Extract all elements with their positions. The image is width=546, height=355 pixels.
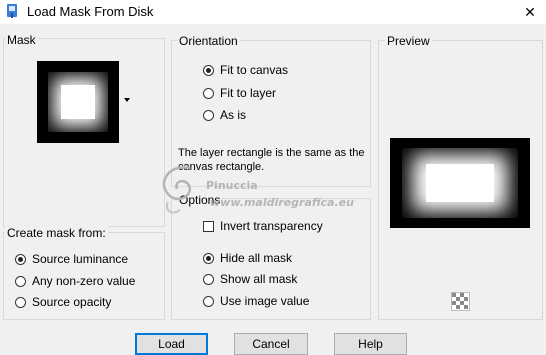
orientation-description: The layer rectangle is the same as the c… [178, 147, 365, 173]
show-all-mask-radio[interactable]: Show all mask [203, 271, 297, 287]
orientation-fit-to-canvas-radio[interactable]: Fit to canvas [203, 62, 288, 78]
source-luminance-radio[interactable]: Source luminance [15, 251, 128, 267]
orientation-fit-to-layer-radio[interactable]: Fit to layer [203, 85, 276, 101]
any-non-zero-value-radio[interactable]: Any non-zero value [15, 273, 135, 289]
invert-transparency-checkbox[interactable]: Invert transparency [203, 218, 323, 234]
radio-unselected-icon [203, 273, 214, 285]
hide-all-mask-radio[interactable]: Hide all mask [203, 250, 292, 266]
transparency-checker-icon[interactable] [451, 292, 470, 311]
checkbox-unchecked-icon [203, 220, 214, 232]
options-group-label: Options [177, 193, 223, 207]
load-button[interactable]: Load [135, 333, 208, 355]
preview-image [390, 138, 530, 228]
mask-thumbnail[interactable] [37, 61, 119, 143]
close-icon[interactable]: ✕ [514, 0, 546, 24]
orientation-as-is-radio[interactable]: As is [203, 107, 246, 123]
radio-unselected-icon [203, 87, 214, 99]
radio-selected-icon [15, 253, 26, 265]
app-icon [7, 4, 17, 18]
orientation-group-label: Orientation [177, 34, 240, 48]
mask-group-label: Mask [5, 33, 38, 47]
radio-unselected-icon [203, 109, 214, 121]
radio-selected-icon [203, 64, 214, 76]
preview-group-label: Preview [385, 34, 432, 48]
radio-unselected-icon [15, 275, 26, 287]
help-button[interactable]: Help [334, 333, 407, 355]
mask-dropdown-arrow-icon[interactable] [124, 98, 130, 102]
cancel-button[interactable]: Cancel [234, 333, 308, 355]
radio-unselected-icon [15, 296, 26, 308]
radio-unselected-icon [203, 295, 214, 307]
window-title: Load Mask From Disk [27, 4, 154, 19]
use-image-value-radio[interactable]: Use image value [203, 293, 309, 309]
title-bar: Load Mask From Disk ✕ [0, 0, 546, 24]
create-mask-group-label: Create mask from: [5, 226, 108, 240]
radio-selected-icon [203, 252, 214, 264]
source-opacity-radio[interactable]: Source opacity [15, 294, 111, 310]
